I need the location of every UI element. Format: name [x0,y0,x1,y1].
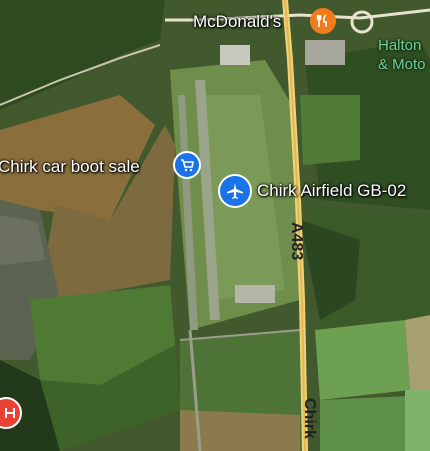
road-label-chirk: Chirk [301,398,318,439]
place-label-line1: Halton [378,37,422,54]
mcdonalds-label[interactable]: McDonald's [193,12,281,32]
road-label-a483: A483 [288,222,305,261]
restaurant-icon[interactable] [310,8,336,34]
place-label-halton[interactable]: Halton & Moto [378,36,426,74]
place-label-line2: & Moto [378,56,426,73]
satellite-map[interactable] [0,0,430,451]
shopping-cart-icon[interactable] [173,151,201,179]
airport-icon[interactable] [218,174,252,208]
airfield-label[interactable]: Chirk Airfield GB-02 [257,181,406,201]
car-boot-sale-label[interactable]: Chirk car boot sale [0,157,140,177]
